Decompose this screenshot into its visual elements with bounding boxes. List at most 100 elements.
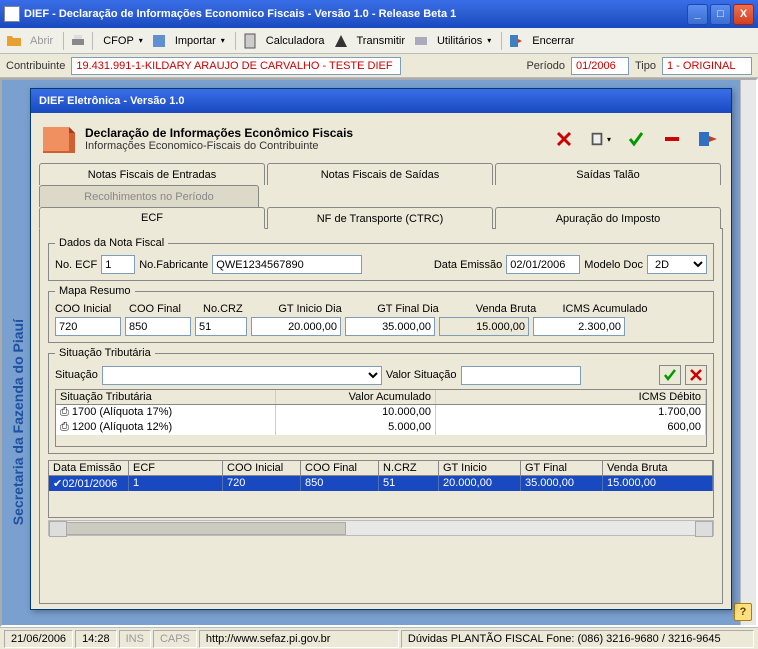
minus-icon[interactable] (661, 128, 683, 150)
notebook-icon[interactable] (589, 128, 611, 150)
minimize-button[interactable]: _ (687, 4, 708, 25)
tipo-field[interactable] (662, 57, 752, 75)
gt-final-label: GT Final Dia (377, 303, 439, 315)
delete-icon[interactable] (553, 128, 575, 150)
info-bar: Contribuinte Período Tipo (0, 54, 758, 78)
sit-row[interactable]: ⎙ 1700 (Alíquota 17%) 10.000,00 1.700,00 (56, 405, 706, 420)
sidebar-text: Secretaria da Fazenda do Piauí (10, 319, 26, 525)
data-emissao-label: Data Emissão (434, 259, 502, 271)
gt-inicio-input[interactable] (251, 317, 341, 336)
tab-entradas[interactable]: Notas Fiscais de Entradas (39, 163, 265, 185)
bt-h-coof: COO Final (301, 461, 379, 475)
no-ecf-input[interactable] (101, 255, 135, 274)
bt-h-gtf: GT Final (521, 461, 603, 475)
tab-talao[interactable]: Saídas Talão (495, 163, 721, 185)
legend-dados-nf: Dados da Nota Fiscal (55, 237, 168, 249)
sit-cell: 5.000,00 (276, 420, 436, 435)
tools-icon (413, 33, 429, 49)
sit-row[interactable]: ⎙ 1200 (Alíquota 12%) 5.000,00 600,00 (56, 420, 706, 435)
close-button[interactable]: X (733, 4, 754, 25)
printer-icon[interactable] (70, 33, 86, 49)
situacao-label: Situação (55, 369, 98, 381)
legend-sit-trib: Situação Tributária (55, 347, 155, 359)
horizontal-scrollbar[interactable] (48, 520, 714, 536)
cfop-icon (151, 33, 167, 49)
status-url: http://www.sefaz.pi.gov.br (199, 630, 399, 648)
header-title: Declaração de Informações Econômico Fisc… (85, 126, 543, 140)
maximize-button[interactable]: □ (710, 4, 731, 25)
encerrar-button[interactable]: Encerrar (528, 33, 578, 49)
transmitir-button[interactable]: Transmitir (353, 33, 409, 49)
venda-bruta-input (439, 317, 529, 336)
fieldset-sit-trib: Situação Tributária Situação Valor Situa… (48, 347, 714, 454)
window-title: DIEF - Declaração de Informações Economi… (24, 8, 685, 20)
no-crz-input[interactable] (195, 317, 247, 336)
exit-door-icon[interactable] (697, 128, 719, 150)
app-icon (4, 6, 20, 22)
confirm-icon[interactable] (625, 128, 647, 150)
vertical-scrollbar[interactable] (740, 80, 756, 625)
tab-row-mid: Recolhimentos no Período (39, 185, 723, 207)
sit-col-2: Valor Acumulado (276, 390, 436, 404)
records-row[interactable]: ✔02/01/2006 1 720 850 51 20.000,00 35.00… (49, 476, 713, 491)
mdi-child-title: DIEF Eletrônica - Versão 1.0 (31, 89, 731, 113)
records-table: Data Emissão ECF COO Inicial COO Final N… (48, 460, 714, 518)
periodo-field[interactable] (571, 57, 629, 75)
bt-h-ecf: ECF (129, 461, 223, 475)
sit-cell: ⎙ 1700 (Alíquota 17%) (56, 405, 276, 420)
icms-acum-input[interactable] (533, 317, 625, 336)
sit-confirm-button[interactable] (659, 365, 681, 385)
sit-cell: 1.700,00 (436, 405, 706, 420)
tab-content-ecf: Dados da Nota Fiscal No. ECF No.Fabrican… (39, 228, 723, 604)
bt-h-ncrz: N.CRZ (379, 461, 439, 475)
valor-situacao-label: Valor Situação (386, 369, 457, 381)
main-toolbar: Abrir CFOP Importar Calculadora Transmit… (0, 28, 758, 54)
header-subtitle: Informações Economico-Fiscais do Contrib… (85, 140, 543, 152)
tab-ecf[interactable]: ECF (39, 207, 265, 229)
folder-3d-icon (39, 121, 79, 157)
sit-cancel-button[interactable] (685, 365, 707, 385)
cfop-menu[interactable]: CFOP (99, 33, 147, 49)
sit-cell: 10.000,00 (276, 405, 436, 420)
status-ins: INS (119, 630, 151, 648)
no-crz-label: No.CRZ (203, 303, 243, 315)
venda-bruta-label: Venda Bruta (476, 303, 537, 315)
situacao-select[interactable] (102, 366, 382, 385)
status-time: 14:28 (75, 630, 117, 648)
window-titlebar: DIEF - Declaração de Informações Economi… (0, 0, 758, 28)
tab-saidas[interactable]: Notas Fiscais de Saídas (267, 163, 493, 185)
valor-situacao-input[interactable] (461, 366, 581, 385)
bt-h-cooi: COO Inicial (223, 461, 301, 475)
status-duvidas: Dúvidas PLANTÃO FISCAL Fone: (086) 3216-… (401, 630, 754, 648)
calculator-icon (242, 33, 258, 49)
bt-h-vb: Venda Bruta (603, 461, 713, 475)
modelo-doc-select[interactable]: 2D (647, 255, 707, 274)
coo-final-input[interactable] (125, 317, 191, 336)
tab-ctrc[interactable]: NF de Transporte (CTRC) (267, 207, 493, 229)
coo-inicial-input[interactable] (55, 317, 121, 336)
calculadora-button[interactable]: Calculadora (262, 33, 329, 49)
sit-cell: ⎙ 1200 (Alíquota 12%) (56, 420, 276, 435)
transmit-icon (333, 33, 349, 49)
modelo-doc-label: Modelo Doc (584, 259, 643, 271)
bt-h-gti: GT Inicio (439, 461, 521, 475)
importar-menu[interactable]: Importar (171, 33, 229, 49)
contribuinte-field[interactable] (71, 57, 401, 75)
header-strip: Declaração de Informações Econômico Fisc… (39, 121, 723, 157)
abrir-button: Abrir (26, 33, 57, 49)
tab-apuracao[interactable]: Apuração do Imposto (495, 207, 721, 229)
sit-col-3: ICMS Débito (436, 390, 706, 404)
coo-final-label: COO Final (129, 303, 181, 315)
contribuinte-label: Contribuinte (6, 60, 65, 72)
utilitarios-menu[interactable]: Utilitários (433, 33, 495, 49)
mdi-client: Secretaria da Fazenda do Piauí ? DIEF El… (0, 78, 758, 627)
folder-icon[interactable] (6, 33, 22, 49)
help-icon[interactable]: ? (734, 603, 752, 621)
icms-acum-label: ICMS Acumulado (563, 303, 648, 315)
tab-recolhimentos[interactable]: Recolhimentos no Período (39, 185, 259, 207)
gt-final-input[interactable] (345, 317, 435, 336)
mdi-child-window: DIEF Eletrônica - Versão 1.0 Declaração … (30, 88, 732, 610)
no-fabricante-input[interactable] (212, 255, 362, 274)
data-emissao-input[interactable] (506, 255, 580, 274)
bt-cell: 51 (379, 476, 439, 491)
